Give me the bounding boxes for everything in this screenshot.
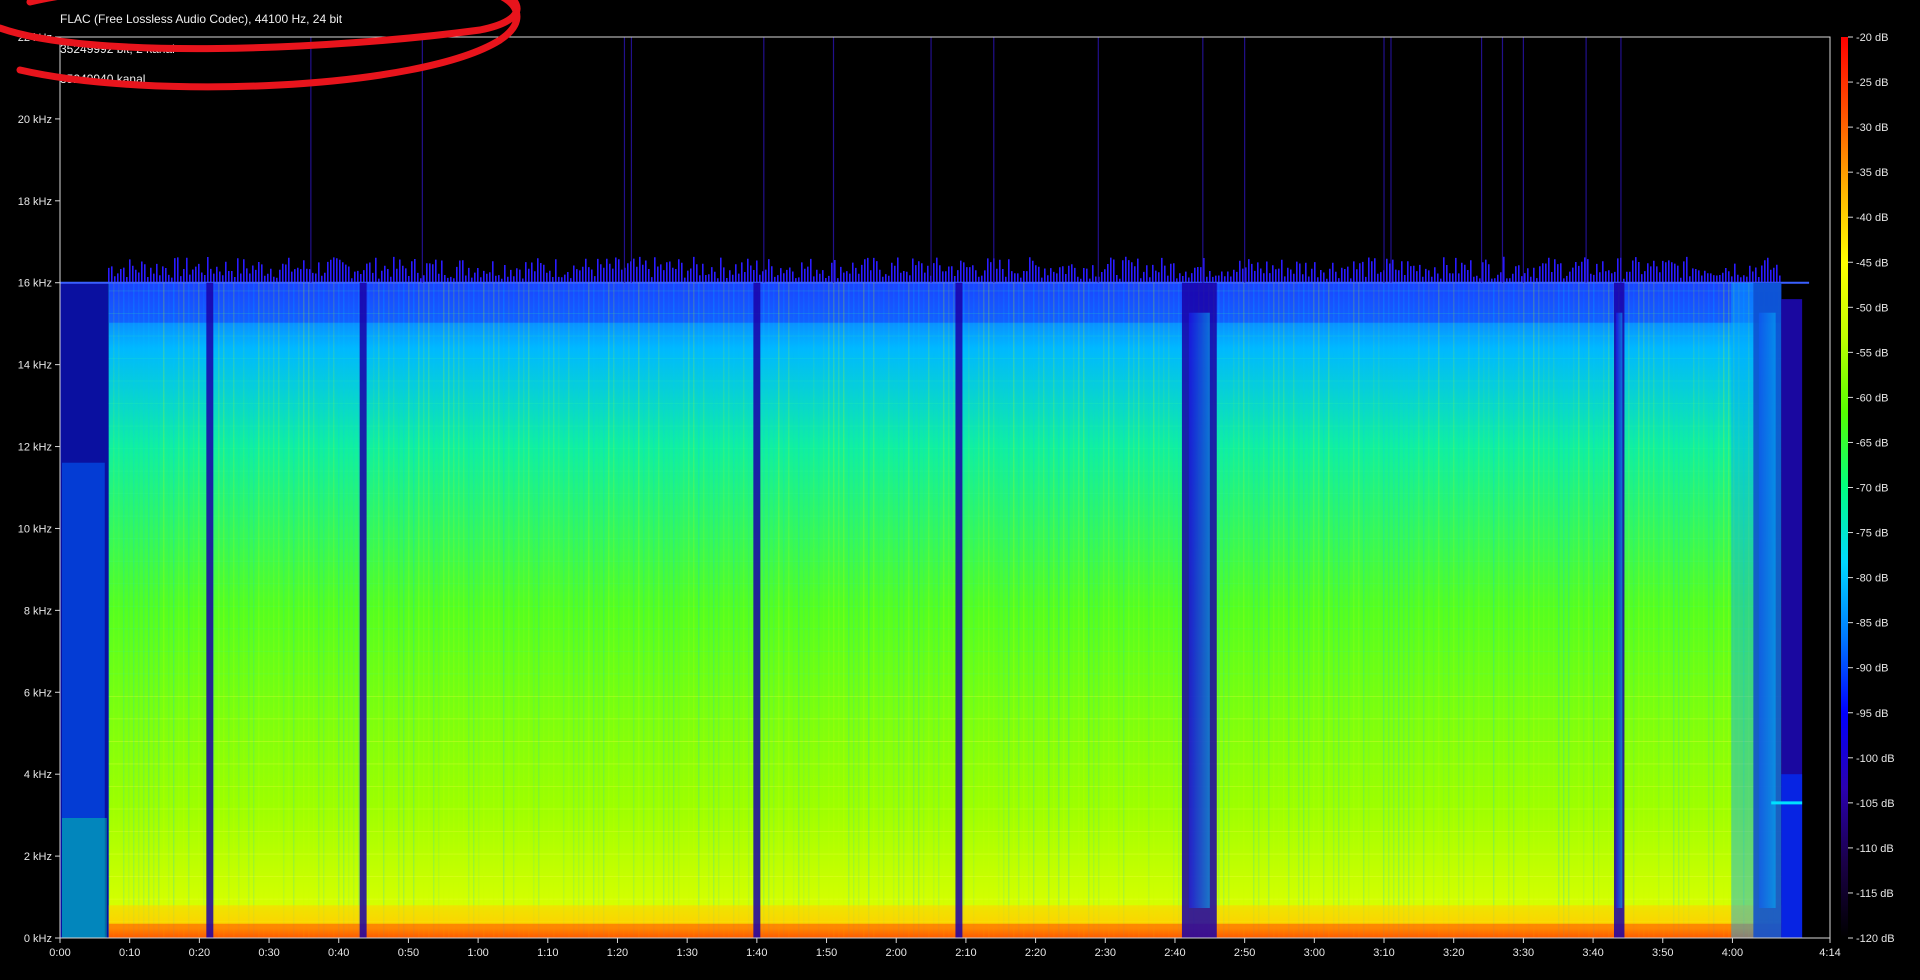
quiet-segment — [753, 282, 761, 938]
y-tick-label: 6 kHz — [24, 687, 52, 699]
colorbar-tick-label: -115 dB — [1856, 888, 1894, 900]
x-tick-label: 1:10 — [537, 947, 558, 959]
colorbar-tick-label: -55 dB — [1856, 347, 1888, 359]
x-tick-label: 2:50 — [1234, 947, 1255, 959]
colorbar-gradient — [1841, 37, 1848, 938]
x-tick-label: 3:10 — [1373, 947, 1394, 959]
y-tick-label: 20 kHz — [18, 114, 52, 126]
colorbar-tick-label: -120 dB — [1856, 933, 1895, 945]
y-tick-label: 16 kHz — [18, 278, 52, 290]
colorbar-tick-label: -40 dB — [1856, 212, 1888, 224]
colorbar-tick-label: -50 dB — [1856, 302, 1888, 314]
x-tick-label: 1:40 — [746, 947, 767, 959]
x-tick-label: 4:14 — [1819, 947, 1840, 959]
x-tick-label: 0:00 — [49, 947, 70, 959]
x-tick-label: 0:50 — [398, 947, 419, 959]
quiet-segment-texture — [1616, 312, 1623, 908]
quiet-segment-texture — [1188, 312, 1210, 908]
x-tick-label: 0:30 — [258, 947, 279, 959]
colorbar-tick-label: -90 dB — [1856, 663, 1888, 675]
y-tick-label: 12 kHz — [18, 442, 52, 454]
y-tick-label: 8 kHz — [24, 605, 52, 617]
channel-info: 35249940 kanal — [60, 72, 146, 86]
colorbar-tick-label: -70 dB — [1856, 483, 1888, 495]
colorbar-tick-label: -60 dB — [1856, 392, 1888, 404]
y-tick-label: 10 kHz — [18, 523, 52, 535]
y-tick-label: 18 kHz — [18, 196, 52, 208]
x-tick-label: 3:20 — [1443, 947, 1464, 959]
x-tick-label: 2:30 — [1095, 947, 1116, 959]
y-tick-label: 4 kHz — [24, 769, 52, 781]
bitrate-info: 35249992 bit, 2 kanal — [60, 42, 175, 56]
x-tick-label: 4:00 — [1722, 947, 1743, 959]
colorbar-tick-label: -85 dB — [1856, 618, 1888, 630]
spectrogram-chart: 0:00 0:10 0:20 0:30 0:40 0:50 1:00 1:10 1:20 1:30… — [18, 32, 1895, 959]
x-tick-label: 0:20 — [189, 947, 210, 959]
x-tick-label: 2:00 — [886, 947, 907, 959]
x-tick-label: 3:50 — [1652, 947, 1673, 959]
x-tick-label: 1:00 — [467, 947, 488, 959]
format-info: FLAC (Free Lossless Audio Codec), 44100 … — [60, 12, 343, 26]
x-tick-label: 2:10 — [955, 947, 976, 959]
x-tick-label: 0:10 — [119, 947, 140, 959]
y-tick-label: 14 kHz — [18, 360, 52, 372]
quiet-segment — [359, 282, 367, 938]
x-tick-label: 2:40 — [1164, 947, 1185, 959]
colorbar-tick-label: -20 dB — [1856, 32, 1888, 44]
fade-region — [1731, 282, 1782, 938]
colorbar-tick-label: -35 dB — [1856, 167, 1888, 179]
colorbar-tick-label: -80 dB — [1856, 573, 1888, 585]
colorbar-tick-label: -95 dB — [1856, 708, 1888, 720]
y-tick-label: 22 kHz — [18, 32, 52, 44]
x-tick-label: 3:30 — [1513, 947, 1534, 959]
plot-area — [60, 37, 1810, 938]
x-tick-label: 3:40 — [1582, 947, 1603, 959]
colorbar-tick-label: -100 dB — [1856, 753, 1895, 765]
colorbar-tick-label: -65 dB — [1856, 437, 1888, 449]
spectrogram-hf-spikes — [108, 256, 1781, 283]
x-axis: 0:00 0:10 0:20 0:30 0:40 0:50 1:00 1:10 1:20 1:30… — [49, 938, 1841, 959]
x-tick-label: 1:50 — [816, 947, 837, 959]
colorbar-tick-label: -75 dB — [1856, 528, 1888, 540]
x-tick-label: 1:30 — [676, 947, 697, 959]
colorbar-tick-label: -110 dB — [1856, 843, 1894, 855]
colorbar-tick-label: -105 dB — [1856, 798, 1895, 810]
y-tick-label: 2 kHz — [24, 851, 52, 863]
x-tick-label: 3:00 — [1304, 947, 1325, 959]
x-tick-label: 2:20 — [1025, 947, 1046, 959]
x-tick-label: 1:20 — [607, 947, 628, 959]
y-tick-label: 0 kHz — [24, 933, 52, 945]
y-axis: 0 kHz 2 kHz 4 kHz 6 kHz 8 kHz 10 kHz 12 kHz 14 … — [18, 32, 60, 945]
spectrogram-view: 0:00 0:10 0:20 0:30 0:40 0:50 1:00 1:10 1:20 1:30… — [0, 0, 1920, 980]
tail-low — [1781, 774, 1803, 938]
x-tick-label: 0:40 — [328, 947, 349, 959]
colorbar-tick-label: -45 dB — [1856, 257, 1888, 269]
colorbar-tick-label: -25 dB — [1856, 77, 1888, 89]
colorbar: -20 dB -25 dB -30 dB -35 dB -40 dB -45 dB -50 … — [1841, 32, 1895, 945]
quiet-segment — [955, 282, 963, 938]
quiet-segment — [206, 282, 214, 938]
colorbar-tick-label: -30 dB — [1856, 122, 1888, 134]
spectrogram-intro-bass — [62, 818, 107, 938]
